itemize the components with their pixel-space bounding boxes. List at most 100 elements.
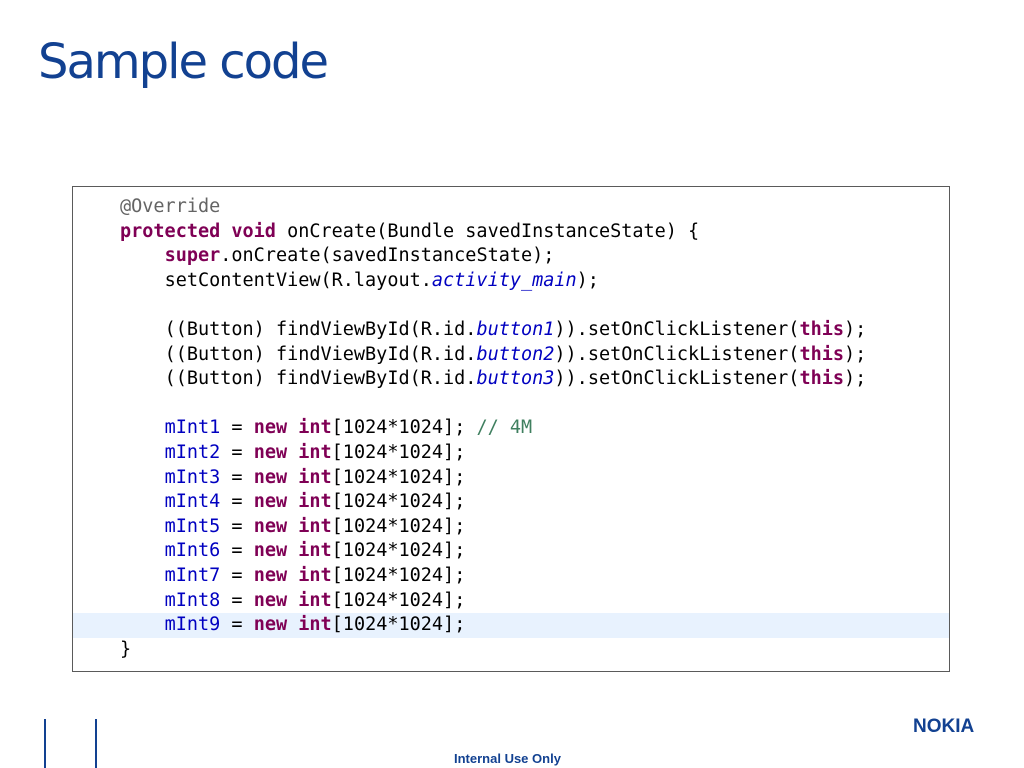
code-token: mInt3 [164,466,221,488]
code-token: = [220,614,254,636]
code-token: setContentView(R.layout. [164,269,432,291]
code-token: new [253,540,288,562]
code-token: super [164,245,221,267]
code-token: [1024*1024]; [331,589,466,611]
code-token: int [298,491,332,513]
code-token: [1024*1024]; [331,540,466,562]
code-line: setContentView(R.layout.activity_main); [73,269,949,294]
code-token: ((Button) findViewById(R.id. [164,343,477,365]
code-token: int [298,564,332,586]
code-token: this [799,343,845,365]
code-token: [1024*1024]; [331,417,477,439]
code-token: = [220,466,254,488]
code-line: mInt3 = new int[1024*1024]; [73,466,949,491]
code-token: [1024*1024]; [331,441,466,463]
code-token: [1024*1024]; [331,491,466,513]
decorative-vertical-line [44,719,46,768]
code-line: mInt7 = new int[1024*1024]; [73,564,949,589]
code-token: = [220,491,254,513]
code-line: mInt4 = new int[1024*1024]; [73,490,949,515]
code-token: mInt8 [164,589,221,611]
code-token: mInt6 [164,540,221,562]
code-line: mInt2 = new int[1024*1024]; [73,441,949,466]
code-token: .onCreate(savedInstanceState); [220,245,555,267]
code-token: this [799,318,845,340]
code-token: mInt9 [164,614,221,636]
code-token: int [298,466,332,488]
code-token: ((Button) findViewById(R.id. [164,368,477,390]
code-token: mInt5 [164,515,221,537]
code-token: button3 [476,368,555,390]
code-token: ); [844,368,867,390]
code-token: mInt1 [164,417,221,439]
code-token: new [253,564,288,586]
code-token: ); [844,318,867,340]
code-line: mInt8 = new int[1024*1024]; [73,589,949,614]
code-line: mInt1 = new int[1024*1024]; // 4M [73,416,949,441]
code-token: new [253,614,288,636]
code-token: button2 [476,343,555,365]
code-token: button1 [476,318,555,340]
code-token: int [298,441,332,463]
code-token: ); [576,269,599,291]
confidentiality-label: Internal Use Only [454,751,561,766]
code-token: new [253,417,288,439]
code-token: this [799,368,845,390]
code-token: new [253,515,288,537]
code-token: ); [844,343,867,365]
code-line: mInt5 = new int[1024*1024]; [73,515,949,540]
code-token: )).setOnClickListener( [554,343,800,365]
code-token: mInt2 [164,441,221,463]
code-token: new [253,441,288,463]
code-token: int [298,589,332,611]
code-line-highlighted: mInt9 = new int[1024*1024]; [73,613,949,638]
code-line: ((Button) findViewById(R.id.button2)).se… [73,343,949,368]
code-line: mInt6 = new int[1024*1024]; [73,539,949,564]
code-token: ((Button) findViewById(R.id. [164,318,477,340]
code-token: mInt4 [164,491,221,513]
code-token: @Override [120,196,221,217]
code-line: protected void onCreate(Bundle savedInst… [73,220,949,245]
code-token: = [220,441,254,463]
code-token: int [298,540,332,562]
slide-title: Sample code [38,34,329,90]
code-token: protected [120,220,221,242]
code-token: int [298,417,332,439]
code-token: = [220,564,254,586]
nokia-logo: NOKIA [913,716,975,737]
code-token: = [220,417,254,439]
code-token: new [253,466,288,488]
code-token: [1024*1024]; [331,515,466,537]
code-token: )).setOnClickListener( [554,318,800,340]
code-token: = [220,540,254,562]
code-token: [1024*1024]; [331,564,466,586]
code-token: = [220,515,254,537]
code-token: int [298,515,332,537]
code-token: // 4M [476,417,533,439]
code-token: mInt7 [164,564,221,586]
